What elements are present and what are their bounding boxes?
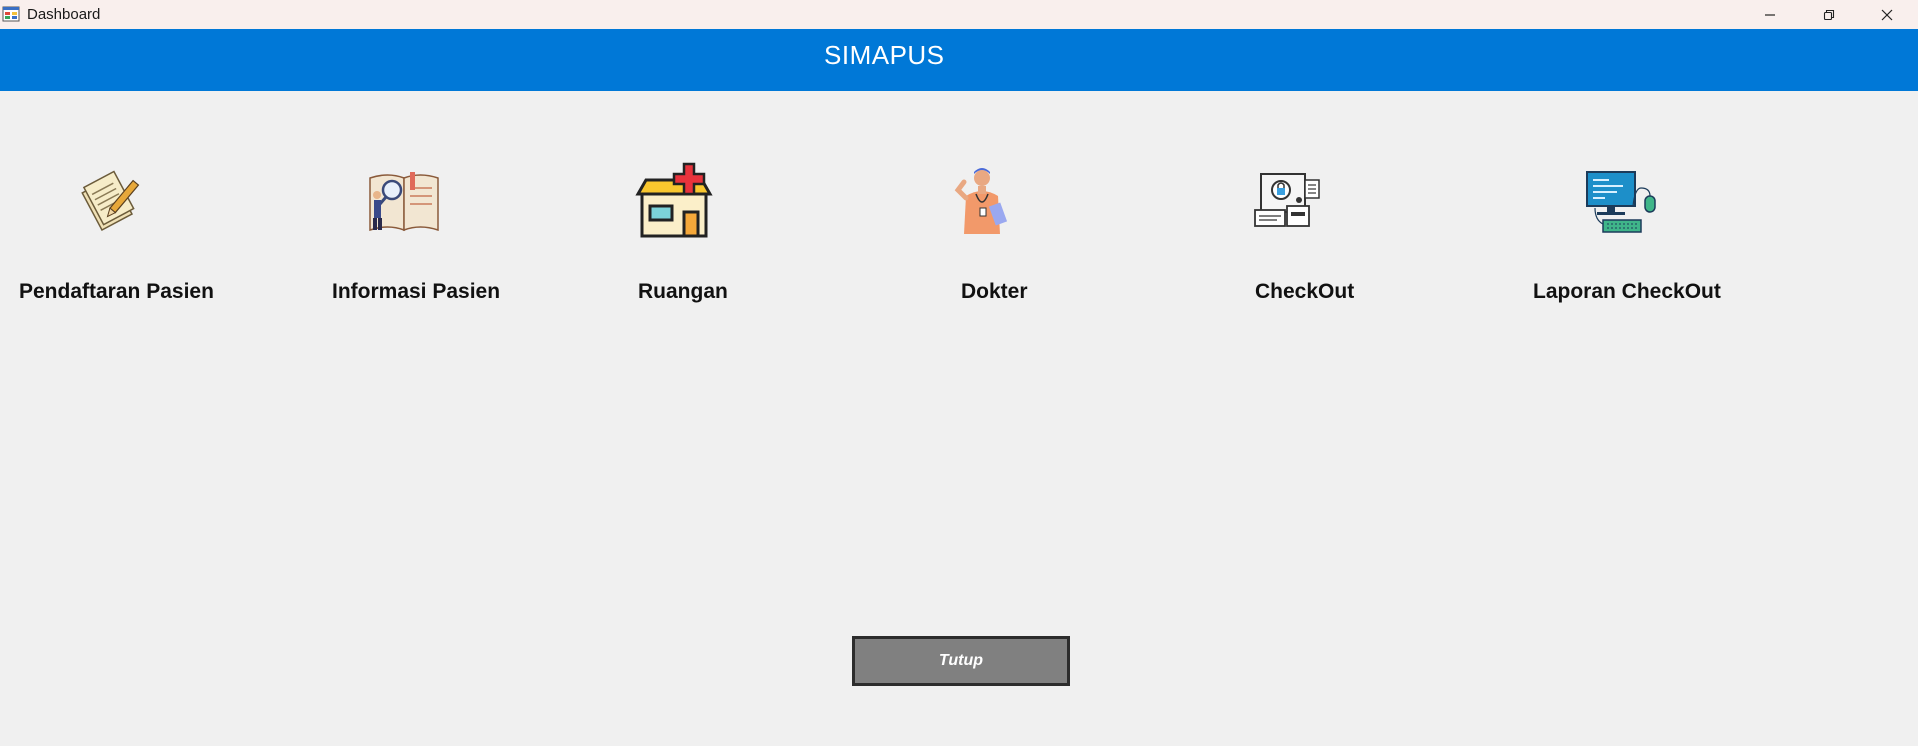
restore-icon	[1823, 9, 1835, 20]
close-icon	[1881, 9, 1893, 20]
menu-informasi-pasien[interactable]: Informasi Pasien	[330, 160, 590, 310]
menu-label: CheckOut	[1255, 280, 1355, 303]
patient-info-book-icon	[362, 160, 446, 244]
minimize-icon	[1765, 13, 1775, 16]
window-title: Dashboard	[27, 6, 101, 23]
menu-label: Laporan CheckOut	[1533, 280, 1721, 303]
menu-label: Pendaftaran Pasien	[19, 280, 214, 303]
checkout-report-computer-icon	[1583, 160, 1667, 244]
menu-pendaftaran-pasien[interactable]: Pendaftaran Pasien	[18, 160, 278, 310]
menu-laporan-checkout[interactable]: Laporan CheckOut	[1533, 160, 1793, 310]
app-header: SIMAPUS	[0, 29, 1918, 91]
menu-label: Ruangan	[638, 280, 728, 303]
tutup-button[interactable]: Tutup	[852, 636, 1070, 686]
checkout-computer-icon	[1247, 160, 1331, 244]
menu-label: Informasi Pasien	[332, 280, 501, 303]
menu-label: Dokter	[961, 280, 1028, 303]
doctor-icon	[942, 160, 1026, 244]
app-icon	[2, 5, 20, 23]
close-window-button[interactable]	[1859, 0, 1915, 29]
menu-ruangan[interactable]: Ruangan	[635, 160, 898, 310]
app-title: SIMAPUS	[824, 40, 945, 70]
tutup-button-label: Tutup	[938, 652, 984, 669]
window-titlebar: Dashboard	[0, 0, 1918, 29]
menu-checkout[interactable]: CheckOut	[1254, 160, 1515, 310]
registration-documents-icon	[70, 160, 154, 244]
menu-dokter[interactable]: Dokter	[954, 160, 1220, 310]
room-building-icon	[632, 160, 716, 244]
restore-button[interactable]	[1801, 0, 1857, 29]
minimize-button[interactable]	[1742, 0, 1798, 29]
